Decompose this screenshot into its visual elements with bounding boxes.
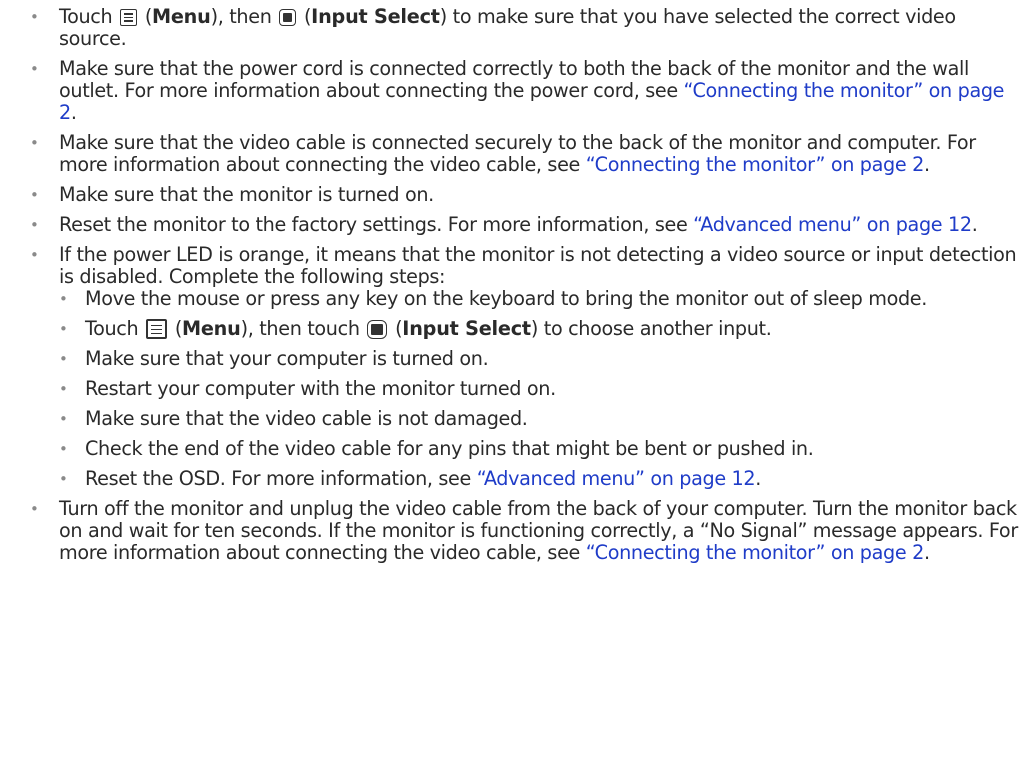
sub-list-item: • Touch (Menu), then touch (Input Select… (59, 317, 772, 340)
sub-list-item: • Reset the OSD. For more information, s… (59, 467, 762, 490)
item-text: Check the end of the video cable for any… (85, 437, 814, 460)
bullet: • (30, 134, 39, 152)
bullet: • (30, 186, 39, 204)
item-text: to choose another input. (543, 317, 772, 340)
item-text: Make sure that the video cable is not da… (85, 407, 528, 430)
bullet: • (30, 60, 39, 78)
sub-list-item: • Move the mouse or press any key on the… (59, 288, 1023, 310)
item-text: Touch (85, 317, 139, 340)
item-text: then (229, 5, 272, 28)
menu-icon (120, 9, 138, 26)
item-text: Make sure that the monitor is turned on. (59, 183, 434, 206)
list-item: • Make sure that the video cable is conn… (30, 131, 976, 176)
sub-list: • Move the mouse or press any key on the… (59, 288, 1023, 490)
list-item: • Make sure that the monitor is turned o… (30, 184, 1023, 206)
menu-label: Menu (151, 5, 211, 28)
input-select-label: Input Select (311, 5, 440, 28)
item-text: Restart your computer with the monitor t… (85, 377, 556, 400)
bullet: • (59, 470, 68, 488)
list-item: • Make sure that the power cord is conne… (30, 57, 1005, 124)
cross-reference-link[interactable]: “Advanced menu” on page 12 (693, 213, 972, 236)
item-text: Reset the monitor to the factory setting… (59, 213, 688, 236)
troubleshooting-page: • Touch (Menu), then (Input Select) to m… (0, 0, 1035, 779)
list-item: • Turn off the monitor and unplug the vi… (30, 497, 1018, 564)
item-text: Move the mouse or press any key on the k… (85, 287, 927, 310)
sub-list-item: • Check the end of the video cable for a… (59, 438, 1023, 460)
bullet: • (59, 410, 68, 428)
bullet: • (30, 8, 39, 26)
cross-reference-link[interactable]: “Connecting the monitor” on page 2 (586, 541, 925, 564)
cross-reference-link[interactable]: “Connecting the monitor” on page 2 (586, 153, 925, 176)
input-select-icon (279, 9, 297, 26)
troubleshooting-list: • Touch (Menu), then (Input Select) to m… (30, 6, 1023, 564)
item-text: Make sure that your computer is turned o… (85, 347, 489, 370)
list-item: • If the power LED is orange, it means t… (30, 244, 1023, 490)
cross-reference-link[interactable]: “Advanced menu” on page 12 (477, 467, 756, 490)
sub-list-item: • Make sure that your computer is turned… (59, 348, 1023, 370)
bullet: • (59, 290, 68, 308)
bullet: • (59, 380, 68, 398)
item-text: Reset the OSD. For more information, see (85, 467, 471, 490)
bullet: • (59, 350, 68, 368)
bullet: • (30, 216, 39, 234)
input-select-label: Input Select (402, 317, 531, 340)
item-text: Touch (59, 5, 113, 28)
input-select-icon (367, 320, 388, 339)
list-item: • Reset the monitor to the factory setti… (30, 213, 978, 236)
menu-icon (146, 319, 168, 339)
sub-list-item: • Make sure that the video cable is not … (59, 408, 1023, 430)
list-item: • Touch (Menu), then (Input Select) to m… (30, 5, 956, 50)
bullet: • (30, 500, 39, 518)
item-text: then touch (259, 317, 360, 340)
bullet: • (30, 246, 39, 264)
bullet: • (59, 320, 68, 338)
menu-label: Menu (181, 317, 241, 340)
bullet: • (59, 440, 68, 458)
sub-list-item: • Restart your computer with the monitor… (59, 378, 1023, 400)
item-text: If the power LED is orange, it means tha… (59, 243, 1017, 288)
